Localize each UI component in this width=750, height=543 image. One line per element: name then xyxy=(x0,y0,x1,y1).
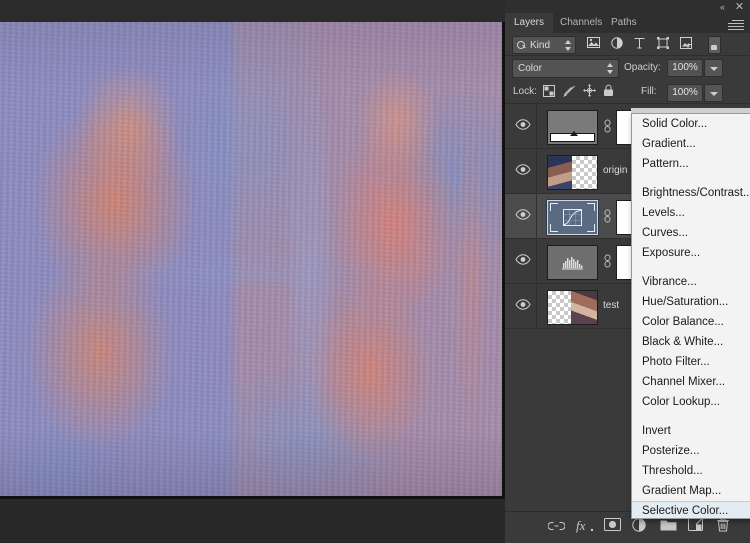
menu-item[interactable]: Gradient... xyxy=(632,134,750,154)
chevron-updown-icon[interactable] xyxy=(607,63,614,74)
opacity-dropdown-arrow-icon[interactable] xyxy=(704,59,723,77)
link-layers-icon[interactable] xyxy=(547,518,568,536)
filter-adjustment-icon[interactable] xyxy=(608,36,625,52)
layer-visibility-icon[interactable] xyxy=(515,254,531,267)
chevron-updown-icon[interactable] xyxy=(565,39,572,51)
filter-shape-icon[interactable] xyxy=(654,36,671,52)
blend-mode-select[interactable]: Color xyxy=(512,59,619,78)
layer-mask-link-icon[interactable] xyxy=(603,119,612,133)
divider xyxy=(536,194,537,238)
curves-adjustment-icon xyxy=(548,201,597,234)
panel-menu-icon[interactable] xyxy=(728,18,744,30)
menu-anchor-shadow xyxy=(631,108,750,113)
blend-mode-value: Color xyxy=(518,63,542,74)
divider xyxy=(536,284,537,328)
menu-separator xyxy=(632,267,750,268)
close-panel-icon[interactable]: ✕ xyxy=(733,1,746,13)
tab-layers[interactable]: Layers xyxy=(505,13,554,33)
canvas-image[interactable] xyxy=(0,22,502,496)
layer-name[interactable]: origin xyxy=(603,165,627,176)
search-icon xyxy=(517,40,526,50)
filter-kind-select[interactable]: Kind xyxy=(512,36,576,54)
divider xyxy=(536,149,537,193)
canvas-viewport[interactable] xyxy=(0,22,502,498)
menu-item[interactable]: Brightness/Contrast... xyxy=(632,183,750,203)
layer-visibility-icon[interactable] xyxy=(515,164,531,177)
thumbnail-photo-content xyxy=(571,291,597,324)
levels-adjustment-icon xyxy=(548,246,597,279)
layer-thumbnail[interactable] xyxy=(547,110,598,145)
thumbnail-photo-content xyxy=(548,156,572,189)
menu-item[interactable]: Vibrance... xyxy=(632,272,750,292)
layer-visibility-icon[interactable] xyxy=(515,119,531,132)
document-background-bottom xyxy=(0,499,505,542)
layer-thumbnail[interactable] xyxy=(547,200,598,235)
menu-item[interactable]: Posterize... xyxy=(632,441,750,461)
photoshop-window: « ✕ Layers Channels Paths Kind Color Opa… xyxy=(0,0,750,543)
menu-item[interactable]: Channel Mixer... xyxy=(632,372,750,392)
lock-transparent-pixels-icon[interactable] xyxy=(543,84,559,99)
fill-dropdown-arrow-icon[interactable] xyxy=(704,84,723,102)
canvas-top-strip xyxy=(0,0,505,22)
svg-text:fx: fx xyxy=(576,518,586,533)
new-adjustment-layer-menu[interactable]: Solid Color... Gradient... Pattern... Brigh… xyxy=(631,113,750,519)
lock-image-pixels-icon[interactable] xyxy=(563,84,579,99)
fill-input[interactable]: 100% xyxy=(667,84,703,102)
opacity-label: Opacity: xyxy=(624,62,661,73)
layer-style-fx-icon[interactable]: fx xyxy=(576,518,596,536)
menu-item[interactable]: Pattern... xyxy=(632,154,750,174)
add-layer-mask-icon[interactable] xyxy=(604,518,624,536)
menu-item[interactable]: Levels... xyxy=(632,203,750,223)
filter-enable-toggle[interactable] xyxy=(708,36,721,54)
filter-pixel-icon[interactable] xyxy=(585,36,602,52)
menu-item[interactable]: Threshold... xyxy=(632,461,750,481)
layer-mask-link-icon[interactable] xyxy=(603,209,612,223)
menu-item[interactable]: Selective Color... xyxy=(632,501,750,518)
delete-layer-icon[interactable] xyxy=(716,518,736,536)
menu-item[interactable]: Curves... xyxy=(632,223,750,243)
menu-item[interactable]: Black & White... xyxy=(632,332,750,352)
lock-label: Lock: xyxy=(513,86,537,97)
menu-separator xyxy=(632,178,750,179)
divider xyxy=(536,104,537,148)
new-group-icon[interactable] xyxy=(660,518,680,536)
blend-mode-row: Color Opacity: 100% xyxy=(505,56,750,79)
layer-visibility-icon[interactable] xyxy=(515,299,531,312)
layer-mask-link-icon[interactable] xyxy=(603,254,612,268)
new-layer-icon[interactable] xyxy=(688,518,708,536)
menu-separator xyxy=(632,416,750,417)
layer-thumbnail[interactable] xyxy=(547,245,598,280)
panel-tabbar: Layers Channels Paths xyxy=(505,13,750,33)
menu-item[interactable]: Photo Filter... xyxy=(632,352,750,372)
gradient-map-icon xyxy=(548,111,597,144)
filter-type-icon[interactable] xyxy=(631,36,648,52)
gradient-bar xyxy=(550,131,595,142)
filter-kind-label: Kind xyxy=(530,39,551,51)
menu-item[interactable]: Gradient Map... xyxy=(632,481,750,501)
panel-titlebar: « ✕ xyxy=(505,0,750,13)
fill-label: Fill: xyxy=(641,86,657,97)
layer-filter-row: Kind xyxy=(505,33,750,56)
filter-smart-object-icon[interactable] xyxy=(677,36,694,52)
divider xyxy=(536,239,537,283)
lock-all-icon[interactable] xyxy=(603,84,619,99)
tab-paths[interactable]: Paths xyxy=(602,13,646,33)
menu-item[interactable]: Solid Color... xyxy=(632,114,750,134)
layer-visibility-icon[interactable] xyxy=(515,209,531,222)
menu-item[interactable]: Invert xyxy=(632,421,750,441)
collapse-panel-icon[interactable]: « xyxy=(716,1,729,13)
opacity-input[interactable]: 100% xyxy=(667,59,703,77)
menu-item[interactable]: Exposure... xyxy=(632,243,750,263)
layer-name[interactable]: test xyxy=(603,300,619,311)
layer-thumbnail[interactable] xyxy=(547,155,598,190)
menu-item[interactable]: Hue/Saturation... xyxy=(632,292,750,312)
canvas-vignette xyxy=(0,22,502,496)
document-area xyxy=(0,0,505,542)
menu-item[interactable]: Color Lookup... xyxy=(632,392,750,412)
menu-item[interactable]: Color Balance... xyxy=(632,312,750,332)
lock-position-icon[interactable] xyxy=(583,84,599,99)
new-adjustment-layer-icon[interactable] xyxy=(632,518,652,536)
lock-row: Lock: Fill: 100% xyxy=(505,80,750,104)
layer-thumbnail[interactable] xyxy=(547,290,598,325)
